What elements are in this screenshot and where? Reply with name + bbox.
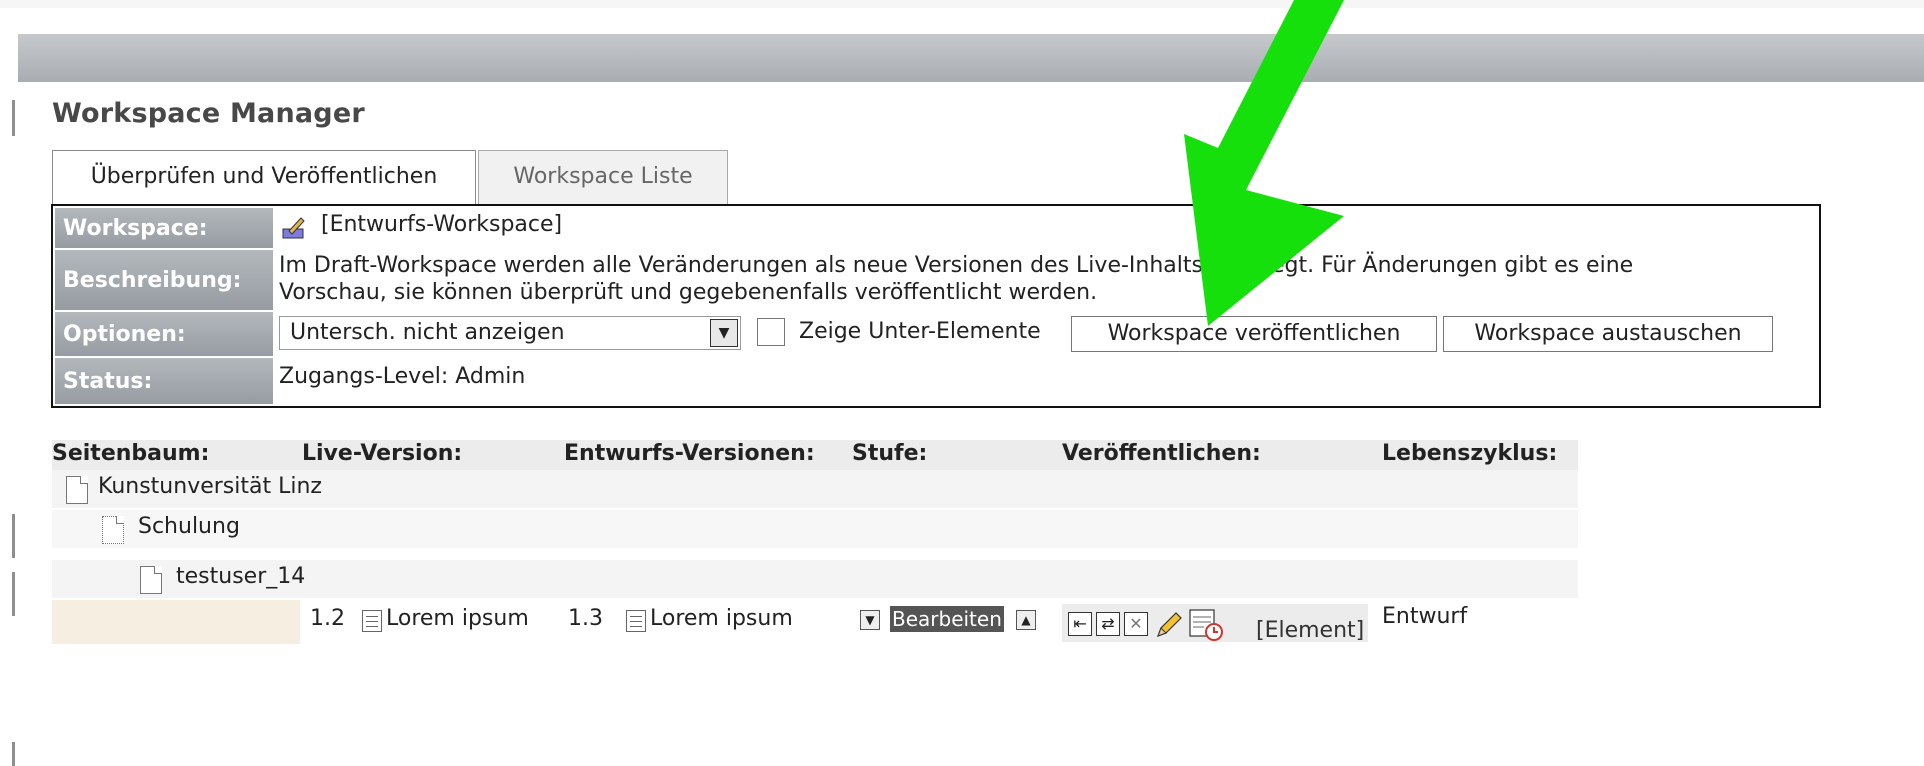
workspace-name: [Entwurfs-Workspace] <box>321 212 563 237</box>
tree-item-label[interactable]: Kunstunversität Linz <box>98 474 322 499</box>
tree-item-label[interactable]: testuser_14 <box>176 564 305 589</box>
header-bar <box>18 34 1924 82</box>
table-row: Schulung <box>52 510 1578 548</box>
description-value-cell: Im Draft-Workspace werden alle Veränderu… <box>277 250 1817 310</box>
workspace-info-panel: Workspace: [Entwurfs-Workspace] Beschrei… <box>51 204 1821 408</box>
live-version-number: 1.2 <box>310 606 345 631</box>
column-header-stage: Stufe: <box>852 441 928 466</box>
left-edge-mark <box>12 742 15 766</box>
workspace-label: Workspace: <box>55 208 273 248</box>
column-header-live-version: Live-Version: <box>302 441 463 466</box>
status-row: Status: Zugangs-Level: Admin <box>55 358 1817 404</box>
version-row: 1.2 Lorem ipsum 1.3 Lorem ipsum ▼ Bearbe… <box>52 600 1578 644</box>
status-label: Status: <box>55 358 273 404</box>
chevron-down-icon[interactable]: ▼ <box>710 319 738 347</box>
description-label: Beschreibung: <box>55 250 273 310</box>
status-value: Zugangs-Level: Admin <box>279 364 526 389</box>
page-title: Workspace Manager <box>52 98 365 129</box>
workspace-icon <box>282 217 305 239</box>
description-line-1: Im Draft-Workspace werden alle Veränderu… <box>279 253 1634 278</box>
pencil-edit-icon[interactable] <box>1154 610 1184 640</box>
page-icon <box>66 476 88 504</box>
swap-workspace-button[interactable]: Workspace austauschen <box>1443 316 1773 352</box>
tab-workspace-list[interactable]: Workspace Liste <box>478 150 728 204</box>
diff-display-select[interactable]: Untersch. nicht anzeigen ▼ <box>279 316 741 350</box>
draft-version-title[interactable]: Lorem ipsum <box>650 606 793 631</box>
table-header: Seitenbaum: Live-Version: Entwurfs-Versi… <box>52 440 1578 470</box>
diff-display-select-value: Untersch. nicht anzeigen <box>290 320 565 345</box>
stage-edit-badge[interactable]: Bearbeiten <box>890 606 1004 632</box>
left-edge-mark <box>12 100 15 136</box>
options-value-cell: Untersch. nicht anzeigen ▼ Zeige Unter-E… <box>277 312 1817 356</box>
column-header-draft-versions: Entwurfs-Versionen: <box>564 441 815 466</box>
column-header-publish: Veröffentlichen: <box>1062 441 1261 466</box>
release-icon[interactable]: ✕ <box>1124 612 1148 636</box>
tree-spacer-cell <box>52 600 300 644</box>
column-header-lifecycle: Lebenszyklus: <box>1382 441 1558 466</box>
live-version-title[interactable]: Lorem ipsum <box>386 606 529 631</box>
publish-workspace-button[interactable]: Workspace veröffentlichen <box>1071 316 1437 352</box>
left-edge-mark <box>12 514 15 558</box>
show-subelements-label: Zeige Unter-Elemente <box>799 319 1041 344</box>
publish-actions: ⇤ ⇄ ✕ [Element] <box>1062 604 1368 643</box>
status-value-cell: Zugangs-Level: Admin <box>277 358 1817 404</box>
stage-up-icon[interactable]: ▲ <box>1016 610 1036 630</box>
options-label: Optionen: <box>55 312 273 356</box>
folder-page-icon <box>102 516 124 544</box>
draft-version-number: 1.3 <box>568 606 603 631</box>
element-link[interactable]: [Element] <box>1256 618 1364 643</box>
history-log-icon[interactable] <box>1188 608 1228 642</box>
page-icon <box>140 566 162 594</box>
tab-review-publish[interactable]: Überprüfen und Veröffentlichen <box>52 150 476 204</box>
document-icon[interactable] <box>362 610 382 632</box>
description-text: Im Draft-Workspace werden alle Veränderu… <box>279 252 1799 306</box>
table-row: Kunstunversität Linz <box>52 470 1578 508</box>
options-row: Optionen: Untersch. nicht anzeigen ▼ Zei… <box>55 312 1817 356</box>
workspace-row: Workspace: [Entwurfs-Workspace] <box>55 208 1817 248</box>
document-icon[interactable] <box>626 610 646 632</box>
stage-down-icon[interactable]: ▼ <box>860 610 880 630</box>
lifecycle-value: Entwurf <box>1382 604 1468 629</box>
show-subelements-checkbox[interactable] <box>757 318 785 346</box>
table-row: testuser_14 <box>52 560 1578 598</box>
swap-icon[interactable]: ⇄ <box>1096 612 1120 636</box>
description-row: Beschreibung: Im Draft-Workspace werden … <box>55 250 1817 310</box>
publish-icon[interactable]: ⇤ <box>1068 612 1092 636</box>
left-edge-mark <box>12 572 15 616</box>
tree-item-label[interactable]: Schulung <box>138 514 240 539</box>
description-line-2: Vorschau, sie können überprüft und gegeb… <box>279 280 1098 305</box>
top-strip <box>0 0 1924 8</box>
column-header-pagetree: Seitenbaum: <box>52 441 210 466</box>
workspace-value-cell: [Entwurfs-Workspace] <box>277 208 1817 248</box>
